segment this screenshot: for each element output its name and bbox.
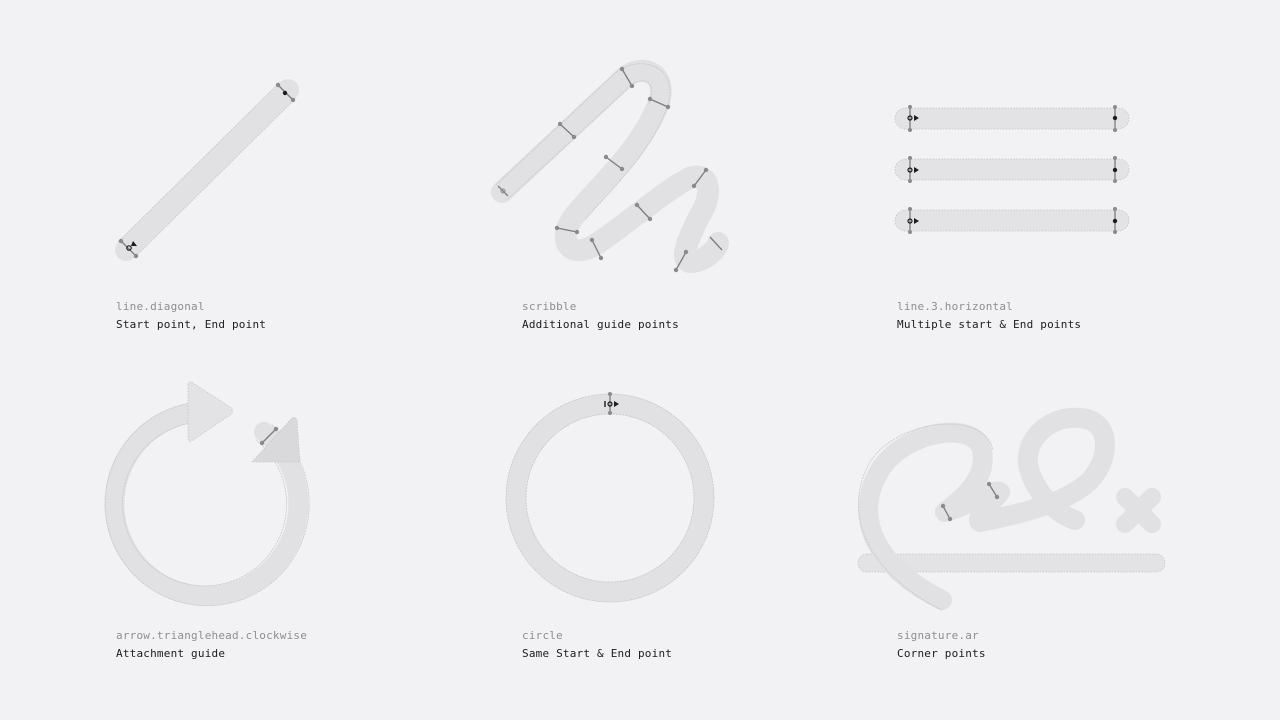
symbol-name: line.3.horizontal [897, 300, 1013, 313]
circle-glyph [505, 392, 715, 603]
scribble-glyph [491, 60, 729, 273]
symbol-name: signature.ar [897, 629, 979, 642]
symbol-description: Corner points [897, 647, 986, 660]
symbol-caption: line.3.horizontal Multiple start & End p… [897, 300, 1081, 332]
symbol-caption: arrow.trianglehead.clockwise Attachment … [116, 629, 307, 661]
symbol-name: arrow.trianglehead.clockwise [116, 629, 308, 642]
line-3-horizontal-glyph [894, 105, 1130, 234]
symbol-name: scribble [522, 300, 577, 313]
symbol-description: Start point, End point [116, 318, 267, 331]
line-diagonal-glyph [115, 79, 299, 261]
symbol-caption: scribble Additional guide points [522, 300, 679, 332]
symbol-description: Attachment guide [116, 647, 226, 660]
symbol-name: circle [522, 629, 563, 642]
symbol-caption: signature.ar Corner points [897, 629, 986, 661]
arrow-trianglehead-clockwise-glyph [104, 381, 310, 607]
symbol-caption: line.diagonal Start point, End point [116, 300, 266, 332]
symbol-description: Same Start & End point [522, 647, 673, 660]
symbol-description: Multiple start & End points [897, 318, 1082, 331]
symbol-caption: circle Same Start & End point [522, 629, 672, 661]
symbol-description: Additional guide points [522, 318, 679, 331]
symbol-name: line.diagonal [116, 300, 205, 313]
signature-ar-glyph [857, 407, 1166, 611]
